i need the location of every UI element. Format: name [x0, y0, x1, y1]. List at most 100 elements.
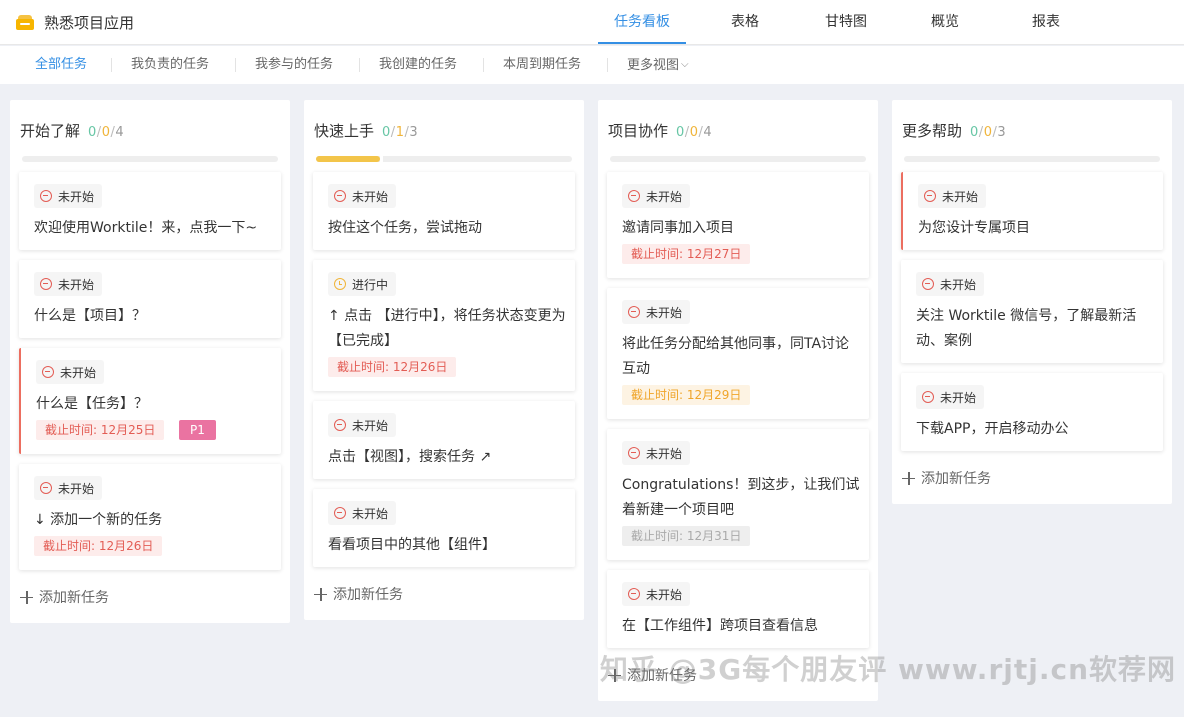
due-date-tag: 截止时间: 12月25日	[36, 420, 165, 440]
not-started-icon	[628, 447, 640, 459]
column-title: 开始了解	[20, 122, 81, 140]
task-card[interactable]: 未开始 点击【视图】，搜索任务 ↗	[313, 401, 575, 479]
tab-reports[interactable]: 报表	[1032, 12, 1060, 32]
status-badge[interactable]: 未开始	[622, 300, 691, 324]
task-title: ↓ 添加一个新的任务	[34, 512, 163, 528]
filter-my-responsible[interactable]: 我负责的任务	[131, 56, 209, 74]
not-started-icon	[334, 190, 346, 202]
task-card[interactable]: 未开始 在【工作组件】跨项目查看信息	[607, 570, 869, 648]
filter-due-this-week[interactable]: 本周到期任务	[503, 56, 581, 74]
plus-icon	[902, 471, 915, 485]
not-started-icon	[334, 419, 346, 431]
task-count: 0/0/4	[676, 125, 713, 140]
status-badge[interactable]: 未开始	[918, 184, 987, 208]
status-badge[interactable]: 未开始	[328, 413, 397, 437]
task-title: 下载APP，开启移动办公	[916, 421, 1069, 437]
status-badge[interactable]: 未开始	[34, 476, 103, 500]
more-views-dropdown[interactable]: 更多视图 ⌵	[627, 56, 689, 74]
not-started-icon	[628, 306, 640, 318]
task-title: 什么是【任务】？	[36, 396, 148, 412]
divider	[607, 58, 608, 72]
task-card[interactable]: 未开始 ↓ 添加一个新的任务 截止时间: 12月26日	[19, 464, 281, 570]
column-progress-bar	[904, 156, 1160, 162]
filter-my-created[interactable]: 我创建的任务	[379, 56, 457, 74]
filter-my-participating[interactable]: 我参与的任务	[255, 56, 333, 74]
task-title: 邀请同事加入项目	[622, 220, 734, 236]
task-title: 将此任务分配给其他同事，同TA讨论互动	[622, 336, 850, 377]
status-badge[interactable]: 未开始	[36, 360, 105, 384]
due-date-tag: 截止时间: 12月26日	[34, 536, 163, 556]
task-title: Congratulations！到这步，让我们试着新建一个项目吧	[622, 477, 860, 518]
task-title: 关注 Worktile 微信号，了解最新活动、案例	[916, 308, 1137, 349]
view-filter-bar: 全部任务 我负责的任务 我参与的任务 我创建的任务 本周到期任务 更多视图 ⌵	[0, 46, 1184, 84]
status-badge[interactable]: 进行中	[328, 272, 397, 296]
divider	[359, 58, 360, 72]
status-badge[interactable]: 未开始	[622, 441, 691, 465]
task-card[interactable]: 未开始 什么是【任务】？ 截止时间: 12月25日 P1	[19, 348, 281, 454]
task-card[interactable]: 未开始 邀请同事加入项目 截止时间: 12月27日	[607, 172, 869, 278]
status-badge[interactable]: 未开始	[328, 501, 397, 525]
add-task-button[interactable]: 添加新任务	[314, 584, 403, 604]
task-card[interactable]: 未开始 Congratulations！到这步，让我们试着新建一个项目吧 截止时…	[607, 429, 869, 560]
add-task-button[interactable]: 添加新任务	[902, 468, 991, 488]
project-title: 熟悉项目应用	[44, 13, 135, 32]
task-title: 什么是【项目】？	[34, 308, 146, 324]
tab-table[interactable]: 表格	[731, 12, 759, 32]
status-badge[interactable]: 未开始	[916, 272, 985, 296]
not-started-icon	[334, 507, 346, 519]
plus-icon	[20, 590, 33, 604]
status-badge[interactable]: 未开始	[34, 272, 103, 296]
status-badge[interactable]: 未开始	[34, 184, 103, 208]
task-count: 0/0/3	[970, 125, 1007, 140]
due-date-tag: 截止时间: 12月27日	[622, 244, 751, 264]
task-card[interactable]: 未开始 欢迎使用Worktile！来，点我一下~	[19, 172, 281, 250]
plus-icon	[314, 587, 327, 601]
task-card[interactable]: 未开始 将此任务分配给其他同事，同TA讨论互动 截止时间: 12月29日	[607, 288, 869, 419]
column-progress-bar	[316, 156, 572, 162]
tab-kanban[interactable]: 任务看板	[614, 12, 670, 32]
project-header[interactable]: 熟悉项目应用	[16, 10, 134, 34]
status-badge[interactable]: 未开始	[622, 184, 691, 208]
task-count: 0/0/4	[88, 125, 125, 140]
column-header: 项目协作 0/0/4	[608, 120, 712, 140]
active-tab-indicator	[598, 42, 686, 44]
due-date-tag: 截止时间: 12月26日	[328, 357, 457, 377]
tab-gantt[interactable]: 甘特图	[825, 12, 867, 32]
task-count: 0/1/3	[382, 125, 419, 140]
task-card[interactable]: 未开始 看看项目中的其他【组件】	[313, 489, 575, 567]
not-started-icon	[628, 190, 640, 202]
column-title: 快速上手	[314, 122, 375, 140]
column-title: 项目协作	[608, 122, 669, 140]
column-title: 更多帮助	[902, 122, 963, 140]
task-card[interactable]: 未开始 按住这个任务，尝试拖动	[313, 172, 575, 250]
column-progress-bar	[22, 156, 278, 162]
watermark: 知乎 @3G每个朋友评 www.rjtj.cn软荐网	[600, 653, 1176, 686]
top-bar: 熟悉项目应用 任务看板 表格 甘特图 概览 报表	[0, 0, 1184, 45]
status-badge[interactable]: 未开始	[328, 184, 397, 208]
not-started-icon	[922, 391, 934, 403]
divider	[111, 58, 112, 72]
kanban-column: 更多帮助 0/0/3 未开始 为您设计专属项目 未开始 关注 Worktile …	[892, 100, 1172, 504]
not-started-icon	[40, 482, 52, 494]
not-started-icon	[40, 278, 52, 290]
priority-tag[interactable]: P1	[179, 420, 216, 440]
task-title: ↑ 点击 【进行中】，将任务状态变更为 【已完成】	[328, 308, 566, 349]
filter-all-tasks[interactable]: 全部任务	[35, 56, 87, 74]
clock-icon	[334, 278, 346, 290]
task-card[interactable]: 未开始 为您设计专属项目	[901, 172, 1163, 250]
not-started-icon	[922, 278, 934, 290]
task-card[interactable]: 未开始 什么是【项目】？	[19, 260, 281, 338]
task-card[interactable]: 未开始 关注 Worktile 微信号，了解最新活动、案例	[901, 260, 1163, 363]
task-title: 为您设计专属项目	[918, 220, 1030, 236]
kanban-column: 项目协作 0/0/4 未开始 邀请同事加入项目 截止时间: 12月27日 未开始…	[598, 100, 878, 701]
task-title: 欢迎使用Worktile！来，点我一下~	[34, 220, 258, 236]
add-task-button[interactable]: 添加新任务	[20, 587, 109, 607]
column-progress-bar	[610, 156, 866, 162]
status-badge[interactable]: 未开始	[916, 385, 985, 409]
task-card[interactable]: 未开始 下载APP，开启移动办公	[901, 373, 1163, 451]
task-card[interactable]: 进行中 ↑ 点击 【进行中】，将任务状态变更为 【已完成】 截止时间: 12月2…	[313, 260, 575, 391]
column-header: 更多帮助 0/0/3	[902, 120, 1006, 140]
kanban-column: 开始了解 0/0/4 未开始 欢迎使用Worktile！来，点我一下~ 未开始 …	[10, 100, 290, 623]
status-badge[interactable]: 未开始	[622, 582, 691, 606]
tab-overview[interactable]: 概览	[931, 12, 959, 32]
